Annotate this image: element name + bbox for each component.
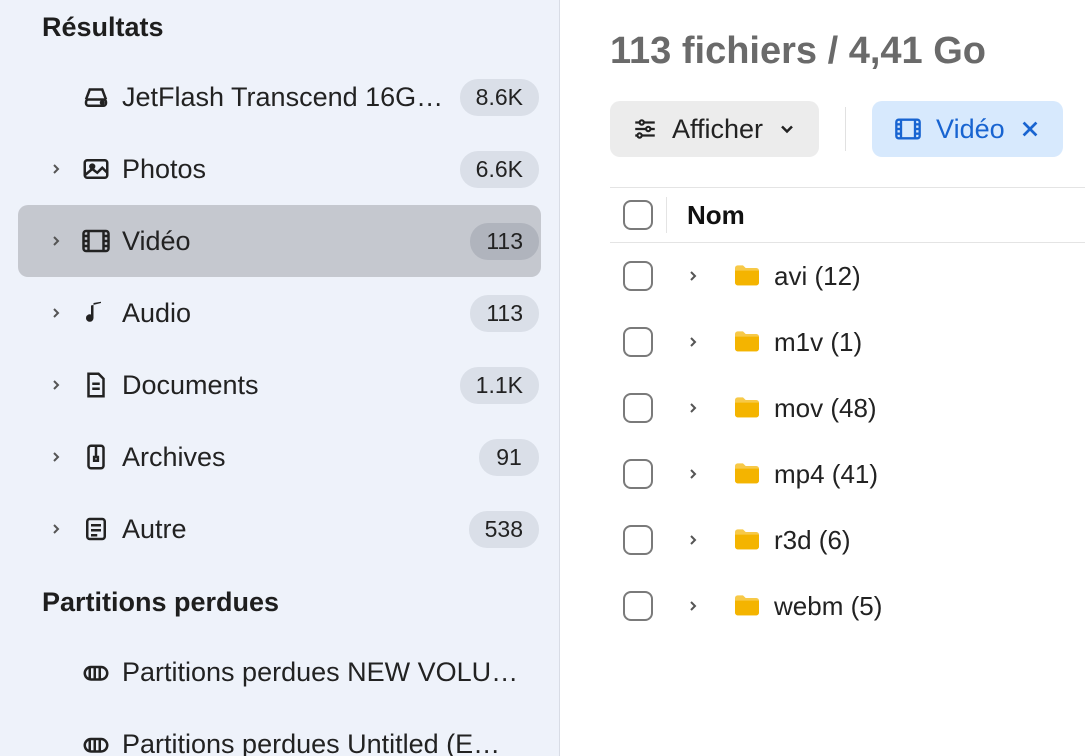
document-icon xyxy=(70,370,122,400)
drive-icon xyxy=(70,82,122,112)
table-row[interactable]: mov (48) xyxy=(610,375,1085,441)
toolbar-divider xyxy=(845,107,846,151)
folder-icon xyxy=(720,590,774,622)
sidebar-item-image[interactable]: Photos6.6K xyxy=(0,133,559,205)
folder-icon xyxy=(720,326,774,358)
sidebar-item-badge: 91 xyxy=(479,439,539,476)
row-name: r3d (6) xyxy=(774,525,851,556)
sidebar-item-label: Archives xyxy=(122,442,479,473)
sidebar-heading-results: Résultats xyxy=(0,4,559,61)
sidebar-results-list: JetFlash Transcend 16G…8.6KPhotos6.6KVid… xyxy=(0,61,559,565)
disk-icon xyxy=(70,729,122,756)
sidebar: Résultats JetFlash Transcend 16G…8.6KPho… xyxy=(0,0,560,756)
other-icon xyxy=(70,514,122,544)
sidebar-item-video[interactable]: Vidéo113 xyxy=(18,205,541,277)
folder-icon xyxy=(720,260,774,292)
sidebar-item-label: Documents xyxy=(122,370,460,401)
expand-icon[interactable] xyxy=(666,598,720,614)
sidebar-item-label: Autre xyxy=(122,514,469,545)
toolbar: Afficher Vidéo xyxy=(610,101,1085,187)
row-name: webm (5) xyxy=(774,591,882,622)
sidebar-item-badge: 6.6K xyxy=(460,151,539,188)
expand-icon[interactable] xyxy=(666,268,720,284)
page-title: 113 fichiers / 4,41 Go xyxy=(610,0,1085,101)
file-list: avi (12) m1v (1) mov (48) mp4 (41) r3d (6) we… xyxy=(610,243,1085,639)
sidebar-lost-item[interactable]: Partitions perdues NEW VOLU… xyxy=(0,636,559,708)
sidebar-item-label: JetFlash Transcend 16G… xyxy=(122,82,460,113)
chevron-right-icon xyxy=(42,377,70,393)
sidebar-item-label: Vidéo xyxy=(122,226,470,257)
sidebar-item-label: Partitions perdues Untitled (E… xyxy=(122,729,539,756)
table-header-row: Nom xyxy=(610,187,1085,243)
filter-chip-label: Vidéo xyxy=(936,114,1005,145)
filter-chip-video[interactable]: Vidéo xyxy=(872,101,1063,157)
sidebar-lost-item[interactable]: Partitions perdues Untitled (E… xyxy=(0,708,559,756)
row-checkbox[interactable] xyxy=(623,525,653,555)
sidebar-item-label: Photos xyxy=(122,154,460,185)
expand-icon[interactable] xyxy=(666,532,720,548)
sidebar-item-other[interactable]: Autre538 xyxy=(0,493,559,565)
sidebar-item-archive[interactable]: Archives91 xyxy=(0,421,559,493)
sidebar-item-badge: 113 xyxy=(470,295,539,332)
select-all-checkbox[interactable] xyxy=(623,200,653,230)
row-name: avi (12) xyxy=(774,261,861,292)
sidebar-heading-lost: Partitions perdues xyxy=(0,565,559,636)
chevron-right-icon xyxy=(42,305,70,321)
row-name: mp4 (41) xyxy=(774,459,878,490)
expand-icon[interactable] xyxy=(666,334,720,350)
table-row[interactable]: webm (5) xyxy=(610,573,1085,639)
table-row[interactable]: avi (12) xyxy=(610,243,1085,309)
sidebar-item-badge: 538 xyxy=(469,511,539,548)
display-button[interactable]: Afficher xyxy=(610,101,819,157)
column-header-name[interactable]: Nom xyxy=(687,200,745,231)
disk-icon xyxy=(70,657,122,687)
column-divider xyxy=(666,197,667,233)
video-icon xyxy=(894,115,922,143)
expand-icon[interactable] xyxy=(666,400,720,416)
sidebar-item-drive[interactable]: JetFlash Transcend 16G…8.6K xyxy=(0,61,559,133)
table-row[interactable]: m1v (1) xyxy=(610,309,1085,375)
music-icon xyxy=(70,298,122,328)
chevron-right-icon xyxy=(42,449,70,465)
sidebar-item-document[interactable]: Documents1.1K xyxy=(0,349,559,421)
display-button-label: Afficher xyxy=(672,114,763,145)
expand-icon[interactable] xyxy=(666,466,720,482)
row-checkbox[interactable] xyxy=(623,327,653,357)
row-checkbox[interactable] xyxy=(623,591,653,621)
sidebar-item-label: Partitions perdues NEW VOLU… xyxy=(122,657,539,688)
main-panel: 113 fichiers / 4,41 Go Afficher xyxy=(560,0,1085,756)
chevron-right-icon xyxy=(42,161,70,177)
sidebar-item-badge: 8.6K xyxy=(460,79,539,116)
chevron-right-icon xyxy=(42,521,70,537)
folder-icon xyxy=(720,458,774,490)
archive-icon xyxy=(70,442,122,472)
close-icon[interactable] xyxy=(1019,118,1041,140)
row-checkbox[interactable] xyxy=(623,393,653,423)
row-checkbox[interactable] xyxy=(623,261,653,291)
sidebar-item-badge: 113 xyxy=(470,223,539,260)
table-row[interactable]: mp4 (41) xyxy=(610,441,1085,507)
row-checkbox[interactable] xyxy=(623,459,653,489)
chevron-right-icon xyxy=(42,233,70,249)
image-icon xyxy=(70,154,122,184)
folder-icon xyxy=(720,524,774,556)
row-name: m1v (1) xyxy=(774,327,862,358)
sidebar-lost-list: Partitions perdues NEW VOLU… Partitions p… xyxy=(0,636,559,756)
sidebar-item-music[interactable]: Audio113 xyxy=(0,277,559,349)
sliders-icon xyxy=(632,116,658,142)
sidebar-item-label: Audio xyxy=(122,298,470,329)
row-name: mov (48) xyxy=(774,393,877,424)
folder-icon xyxy=(720,392,774,424)
table-row[interactable]: r3d (6) xyxy=(610,507,1085,573)
video-icon xyxy=(70,226,122,256)
sidebar-item-badge: 1.1K xyxy=(460,367,539,404)
chevron-down-icon xyxy=(777,119,797,139)
